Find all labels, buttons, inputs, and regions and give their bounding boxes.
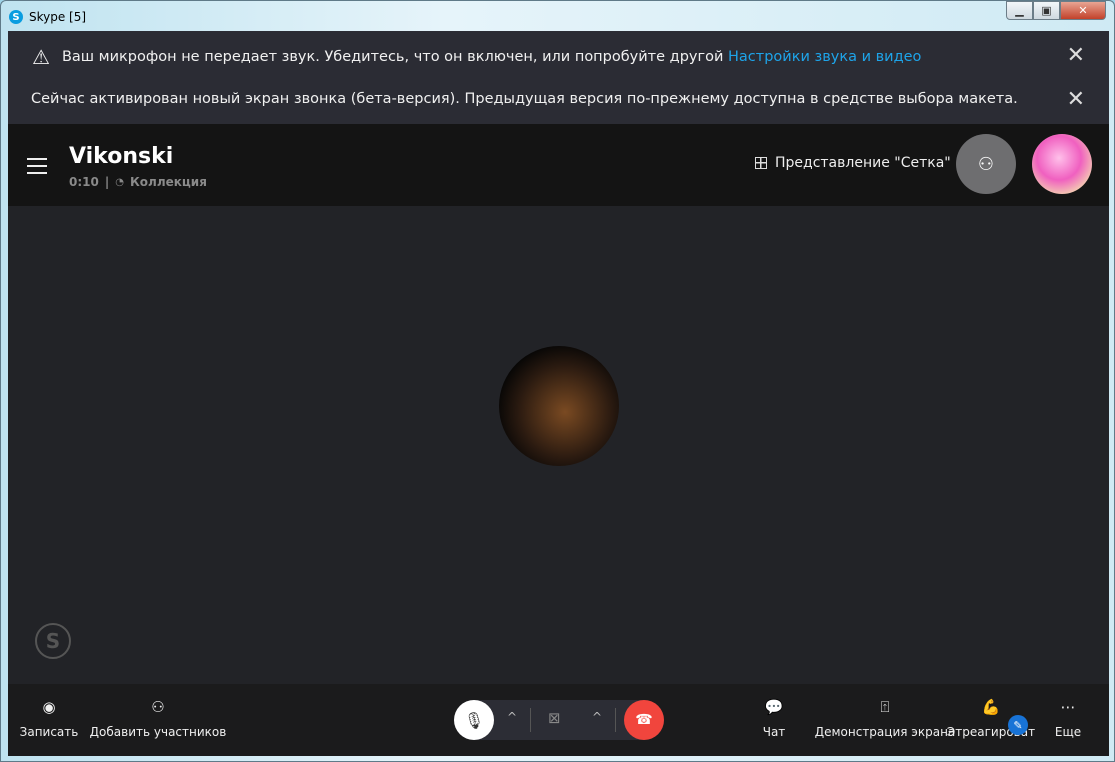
warning-icon: ⚠ xyxy=(32,45,50,69)
record-button[interactable]: ◉ Записать xyxy=(20,698,79,739)
separator: | xyxy=(104,175,110,189)
share-label: Демонстрация экрана xyxy=(814,725,956,739)
divider xyxy=(615,708,616,732)
close-button[interactable]: ✕ xyxy=(1060,1,1106,20)
call-screen: ⚠ Ваш микрофон не передает звук. Убедите… xyxy=(8,31,1109,756)
contact-name: Vikonski xyxy=(69,144,174,169)
skype-watermark-icon: S xyxy=(35,623,71,659)
title-bar: S Skype [5] xyxy=(9,7,86,27)
participant-avatar xyxy=(499,346,619,466)
camera-options-chevron-icon[interactable]: ^ xyxy=(592,710,602,724)
end-call-button[interactable]: ☎ xyxy=(624,700,664,740)
record-icon: ◉ xyxy=(42,698,56,716)
record-label: Записать xyxy=(19,725,79,739)
call-toolbar: ◉ Записать ⚇ Добавить участников 🎙 ^ ⊠ ^ ☎… xyxy=(8,684,1109,756)
hamburger-menu-icon[interactable] xyxy=(27,158,47,179)
close-icon[interactable]: ✕ xyxy=(1067,89,1085,111)
divider xyxy=(530,708,531,732)
my-avatar[interactable] xyxy=(1032,134,1092,194)
add-participants-button[interactable]: ⚇ Добавить участников xyxy=(90,698,227,739)
more-icon: ⋯ xyxy=(1060,698,1076,716)
notification-banners: ⚠ Ваш микрофон не передает звук. Убедите… xyxy=(8,31,1109,124)
microphone-button[interactable]: 🎙 xyxy=(454,700,494,740)
more-button[interactable]: ⋯ Еще xyxy=(1055,698,1081,739)
call-controls: 🎙 ^ ⊠ ^ ☎ xyxy=(454,700,664,740)
add-label: Добавить участников xyxy=(89,725,227,739)
chat-icon: 💬 xyxy=(764,698,784,716)
add-person-icon: ⚇ xyxy=(151,698,165,716)
add-participant-button[interactable]: ⚇ xyxy=(956,134,1016,194)
window: S Skype [5] ▁ ▣ ✕ ⚠ Ваш микрофон не пере… xyxy=(0,0,1115,762)
grid-view-selector[interactable]: Представление "Сетка" ⌄ xyxy=(755,155,966,171)
add-person-icon: ⚇ xyxy=(977,153,995,175)
mic-options-chevron-icon[interactable]: ^ xyxy=(507,710,517,724)
mic-warning-text: Ваш микрофон не передает звук. Убедитесь… xyxy=(61,49,724,65)
window-controls: ▁ ▣ ✕ xyxy=(1006,1,1106,20)
chat-label: Чат xyxy=(762,725,786,739)
call-header: Vikonski 0:10 | ◔ Коллекция Представлени… xyxy=(8,124,1109,206)
hang-up-icon: ☎ xyxy=(635,712,653,728)
more-label: Еще xyxy=(1054,725,1082,739)
view-label: Представление "Сетка" xyxy=(775,155,951,171)
share-screen-icon: ⍐ xyxy=(880,698,890,716)
chat-button[interactable]: 💬 Чат xyxy=(763,698,786,739)
flexed-biceps-icon: 💪 xyxy=(981,698,1001,716)
collection-label[interactable]: Коллекция xyxy=(130,175,207,189)
pencil-icon[interactable]: ✎ xyxy=(1008,715,1028,735)
window-title: Skype [5] xyxy=(29,10,87,24)
camera-off-icon[interactable]: ⊠ xyxy=(548,709,561,727)
microphone-icon: 🎙 xyxy=(463,710,485,730)
call-duration: 0:10 xyxy=(69,175,99,189)
close-icon[interactable]: ✕ xyxy=(1067,45,1085,67)
beta-banner-text: Сейчас активирован новый экран звонка (б… xyxy=(31,91,1018,107)
gallery-icon: ◔ xyxy=(115,176,124,188)
call-info: 0:10 | ◔ Коллекция xyxy=(69,175,207,189)
mic-warning-banner: ⚠ Ваш микрофон не передает звук. Убедите… xyxy=(32,45,921,69)
maximize-button[interactable]: ▣ xyxy=(1033,1,1060,20)
share-screen-button[interactable]: ⍐ Демонстрация экрана xyxy=(815,698,956,739)
audio-video-settings-link[interactable]: Настройки звука и видео xyxy=(728,49,921,65)
skype-logo-icon: S xyxy=(9,10,23,24)
minimize-button[interactable]: ▁ xyxy=(1006,1,1033,20)
grid-icon xyxy=(755,157,767,169)
